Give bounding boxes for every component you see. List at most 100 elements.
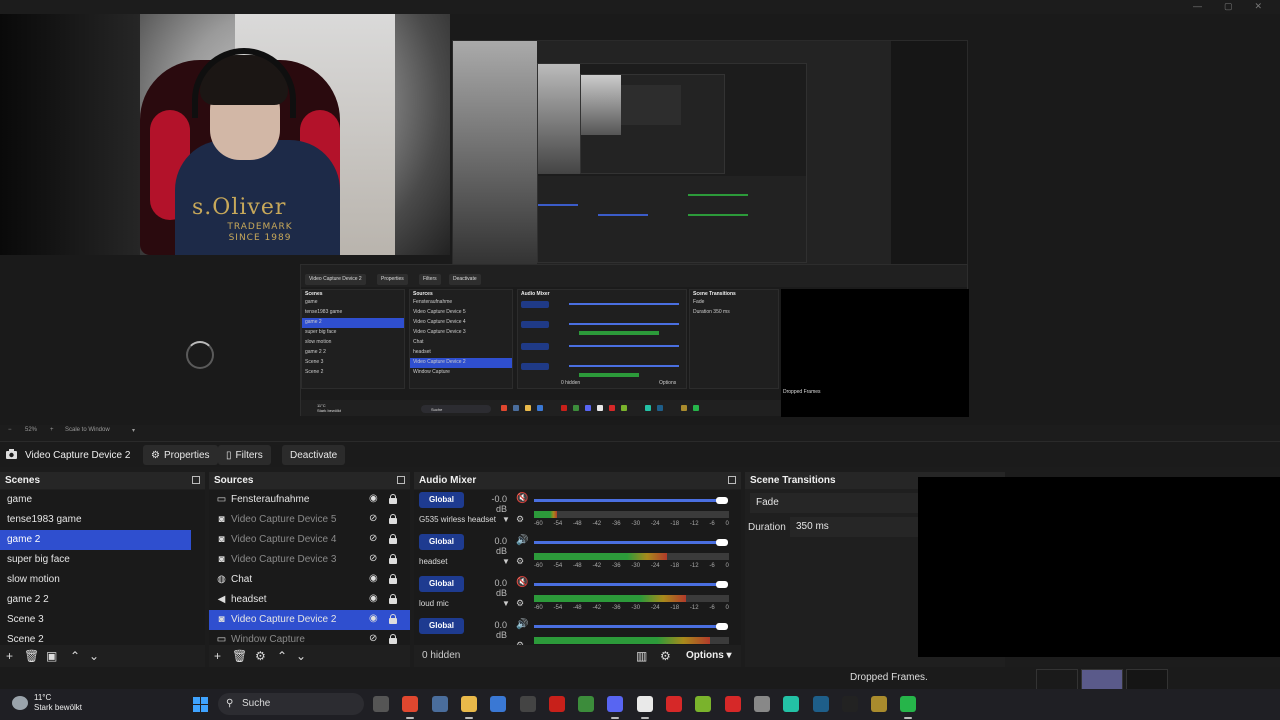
source-item[interactable]: ◙ Video Capture Device 4 ⊘: [209, 530, 410, 550]
lock-icon[interactable]: [389, 634, 397, 644]
title-bar[interactable]: — ▢ ✕: [0, 0, 1280, 14]
speaker-icon[interactable]: 🔊: [516, 535, 528, 546]
add-scene-button[interactable]: +: [6, 649, 13, 663]
chevron-down-icon[interactable]: ▼: [502, 599, 510, 608]
properties-button[interactable]: ⚙ Properties: [143, 445, 218, 465]
scene-item[interactable]: tense1983 game: [0, 510, 205, 530]
chevron-down-icon[interactable]: ▼: [502, 557, 510, 566]
channel-settings-icon[interactable]: ⚙: [516, 556, 524, 567]
chevron-down-icon[interactable]: ▼: [502, 515, 510, 524]
gear-icon[interactable]: ⚙: [255, 649, 266, 663]
scene-item[interactable]: Scene 2: [0, 630, 205, 645]
minecraft-icon[interactable]: [578, 696, 595, 712]
source-item[interactable]: ◙ Video Capture Device 2 ◉: [209, 610, 410, 630]
scene-item[interactable]: super big face: [0, 550, 205, 570]
volume-slider[interactable]: [534, 583, 719, 586]
filters-button[interactable]: ▯ Filters: [218, 445, 271, 465]
source-item[interactable]: ▭ Window Capture ⊘: [209, 630, 410, 645]
xbox-icon[interactable]: [695, 696, 712, 712]
scene-item[interactable]: game 2 2: [0, 590, 205, 610]
eye-icon[interactable]: ◉: [369, 613, 378, 624]
teams-icon[interactable]: [783, 696, 800, 712]
eye-icon[interactable]: ◉: [369, 573, 378, 584]
source-item[interactable]: ◀ headset ◉: [209, 590, 410, 610]
volume-slider[interactable]: [534, 499, 719, 502]
volume-slider-handle[interactable]: [716, 581, 728, 588]
scene-item-selected[interactable]: game 2: [0, 530, 191, 550]
mute-icon[interactable]: 🔇: [516, 493, 528, 504]
taskbar-search[interactable]: ⚲ Suche: [218, 693, 364, 715]
volume-slider[interactable]: [534, 541, 719, 544]
store-icon[interactable]: [490, 696, 507, 712]
windows-start-icon[interactable]: [193, 697, 208, 712]
global-button[interactable]: Global: [419, 576, 464, 592]
xbox-game-bar-icon[interactable]: [900, 696, 917, 712]
youtube-icon[interactable]: [724, 696, 741, 712]
record-icon[interactable]: [666, 696, 682, 712]
chrome-icon[interactable]: [402, 696, 419, 712]
close-icon[interactable]: ✕: [1254, 1, 1262, 12]
deactivate-button[interactable]: Deactivate: [282, 445, 346, 465]
lock-icon[interactable]: [389, 534, 397, 544]
source-item[interactable]: ◙ Video Capture Device 3 ⊘: [209, 550, 410, 570]
zoom-out-button[interactable]: −: [8, 427, 12, 433]
global-button[interactable]: Global: [419, 534, 464, 550]
add-source-button[interactable]: +: [214, 649, 221, 663]
source-item[interactable]: ◙ Video Capture Device 5 ⊘: [209, 510, 410, 530]
obs-icon[interactable]: [636, 696, 653, 712]
eye-slash-icon[interactable]: ⊘: [369, 533, 377, 544]
lock-icon[interactable]: [389, 514, 397, 524]
file-explorer-icon[interactable]: [460, 696, 477, 712]
preview-canvas[interactable]: s.Oliver TRADEMARK SINCE 1989 Video Captu…: [0, 0, 1280, 425]
lock-icon[interactable]: [389, 554, 397, 564]
capcut-icon[interactable]: [841, 696, 858, 712]
undock-icon[interactable]: [728, 476, 736, 484]
scene-filters-icon[interactable]: ▣: [46, 649, 57, 663]
game-icon[interactable]: [871, 696, 888, 712]
trash-icon[interactable]: 🗑: [24, 649, 39, 663]
weather-widget[interactable]: 11°C Stark bewölkt: [12, 693, 82, 713]
notes-icon[interactable]: [519, 696, 536, 712]
trash-icon[interactable]: 🗑: [232, 649, 247, 663]
layout-icon[interactable]: ▥: [636, 649, 647, 663]
mixer-settings-icon[interactable]: ⚙: [660, 649, 671, 663]
move-up-icon[interactable]: ⌃: [70, 649, 80, 663]
discord-icon[interactable]: [607, 696, 624, 712]
volume-slider-handle[interactable]: [716, 497, 728, 504]
app-icon[interactable]: [753, 696, 770, 712]
among-us-icon[interactable]: [548, 696, 565, 712]
lock-icon[interactable]: [389, 494, 397, 504]
scene-item[interactable]: game: [0, 490, 205, 510]
eye-slash-icon[interactable]: ⊘: [369, 553, 377, 564]
global-button[interactable]: Global: [419, 618, 464, 634]
global-button[interactable]: Global: [419, 492, 464, 508]
channel-settings-icon[interactable]: ⚙: [516, 598, 524, 609]
lock-icon[interactable]: [389, 574, 397, 584]
source-item[interactable]: ▭ Fensteraufnahme ◉: [209, 490, 410, 510]
maximize-icon[interactable]: ▢: [1224, 1, 1233, 12]
undock-icon[interactable]: [397, 476, 405, 484]
scene-item[interactable]: Scene 3: [0, 610, 205, 630]
eye-slash-icon[interactable]: ⊘: [369, 633, 377, 644]
speaker-icon[interactable]: 🔊: [516, 619, 528, 630]
move-up-icon[interactable]: ⌃: [277, 649, 287, 663]
volume-slider-handle[interactable]: [716, 539, 728, 546]
lock-icon[interactable]: [389, 614, 397, 624]
volume-slider[interactable]: [534, 625, 719, 628]
task-view-icon[interactable]: [373, 696, 389, 712]
volume-slider-handle[interactable]: [716, 623, 728, 630]
zoom-in-button[interactable]: +: [50, 427, 54, 433]
scale-mode-select[interactable]: Scale to Window: [65, 427, 110, 433]
channel-settings-icon[interactable]: ⚙: [516, 514, 524, 525]
scene-item[interactable]: slow motion: [0, 570, 205, 590]
mute-icon[interactable]: 🔇: [516, 577, 528, 588]
eye-slash-icon[interactable]: ⊘: [369, 513, 377, 524]
steam-icon[interactable]: [812, 696, 829, 712]
options-button[interactable]: Options ▾: [686, 650, 732, 661]
source-item[interactable]: ◍ Chat ◉: [209, 570, 410, 590]
eye-icon[interactable]: ◉: [369, 493, 378, 504]
move-down-icon[interactable]: ⌄: [89, 649, 99, 663]
minimize-icon[interactable]: —: [1193, 1, 1202, 12]
move-down-icon[interactable]: ⌄: [296, 649, 306, 663]
lock-icon[interactable]: [389, 594, 397, 604]
